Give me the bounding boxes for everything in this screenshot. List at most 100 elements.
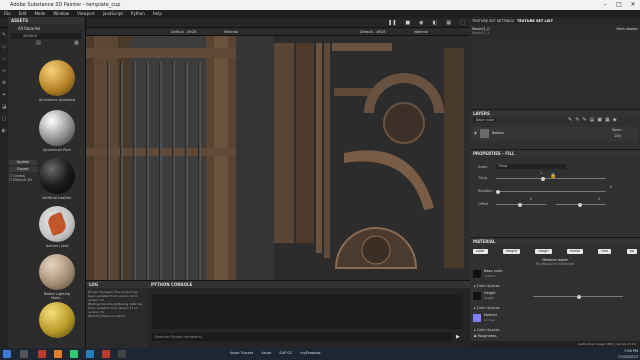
system-clock[interactable]: 7:06 PM 17/05/2023	[598, 348, 638, 360]
slider-knob[interactable]	[496, 189, 500, 194]
update-button[interactable]: Update	[9, 160, 37, 165]
layer-blend[interactable]: Norm	[612, 128, 622, 132]
minimize-button[interactable]: –	[598, 0, 612, 10]
screenshot-icon[interactable]: ⬚	[460, 20, 465, 26]
height-swatch[interactable]	[473, 292, 481, 300]
mask-icon[interactable]: ◐	[2, 128, 6, 134]
layer-opacity[interactable]: 100	[614, 134, 621, 138]
fill-icon[interactable]: ◪	[2, 104, 7, 110]
view-icon[interactable]: ◧	[433, 20, 438, 26]
taskbar-item[interactable]: Asset Tracker	[230, 351, 253, 355]
nrm-button[interactable]: nrm	[598, 249, 612, 254]
viewport-2d[interactable]: Default - sRGB Material	[274, 28, 470, 280]
color-spaces-toggle[interactable]: ▸ Color Spaces	[470, 306, 640, 310]
paint-brush-icon[interactable]: ✎	[2, 32, 6, 38]
color-spaces-toggle[interactable]: ▸ Color Spaces	[470, 328, 640, 332]
normal-row[interactable]: Normal normal	[473, 312, 637, 326]
base-color-row[interactable]: Base color uniform	[473, 268, 637, 282]
normal-swatch[interactable]	[473, 314, 481, 322]
slider-knob[interactable]	[578, 202, 582, 207]
taskbar-item[interactable]: SAP GC	[279, 351, 292, 355]
layers-title: LAYERS	[470, 110, 640, 117]
run-icon[interactable]: ▶	[456, 334, 460, 340]
slider-knob[interactable]	[577, 294, 581, 299]
color-spaces-toggle[interactable]: ▸ Color Spaces	[470, 284, 640, 288]
scale-select[interactable]: Tiling	[496, 164, 566, 169]
picker-icon[interactable]: ✦	[2, 92, 6, 98]
tab-texture-set-list[interactable]: TEXTURE SET LIST	[517, 17, 553, 25]
taskbar-item[interactable]: Azure	[261, 351, 271, 355]
app-icon[interactable]	[102, 350, 110, 358]
color-button[interactable]: color	[473, 249, 488, 254]
roughness-label: Roughness	[477, 334, 497, 338]
default3d-checkbox[interactable]: ☐ Default 3D	[9, 178, 37, 182]
layer-name[interactable]: Bakers	[492, 131, 504, 135]
rotation-slider[interactable]	[496, 189, 606, 194]
layer-tools-icon[interactable]: ✎✎✎▤▣▦◈	[568, 117, 620, 123]
app-icon[interactable]	[118, 350, 126, 358]
viewport-3d[interactable]: Default - sRGB Material	[86, 28, 274, 280]
export-button[interactable]: Export	[9, 167, 37, 172]
offset-y-slider[interactable]	[556, 202, 606, 207]
menu-help[interactable]: Help	[153, 10, 162, 18]
asset-item[interactable]: Artificial Leather	[38, 158, 76, 206]
height-row[interactable]: Height height	[473, 290, 637, 304]
app-icon[interactable]	[70, 350, 78, 358]
roughness-row[interactable]: ▪ Roughness	[470, 334, 640, 338]
app-icon[interactable]	[38, 350, 46, 358]
eraser-icon[interactable]: ◇	[2, 44, 6, 50]
list-view-icon[interactable]: ▤	[36, 40, 41, 46]
clone-icon[interactable]: ⊕	[2, 80, 6, 86]
height-button[interactable]: height	[502, 249, 521, 254]
layer-row[interactable]: ◉ Bakers Norm 100	[472, 127, 638, 141]
offset-y-value[interactable]: 0	[598, 197, 600, 201]
offset-x-value[interactable]: 0	[530, 197, 532, 201]
slider-knob[interactable]	[541, 176, 545, 181]
texture-set-row[interactable]: Mesh01_1	[472, 31, 638, 35]
rotation-value[interactable]: 0	[610, 185, 612, 189]
asset-item[interactable]: Baked Lighting Mate...	[38, 254, 76, 302]
blend-mode-select[interactable]: Base color	[473, 118, 498, 122]
asset-item[interactable]: Aluminium Pure	[38, 110, 76, 158]
asset-item[interactable]: Autumn Leaf	[38, 206, 76, 254]
camera-icon[interactable]: ◉	[419, 20, 423, 26]
asset-item[interactable]	[38, 302, 76, 342]
stop-icon[interactable]: ■	[405, 20, 410, 26]
taskbar-item[interactable]: myDropbox	[300, 351, 320, 355]
base-color-swatch[interactable]	[473, 270, 481, 278]
start-icon[interactable]	[3, 350, 11, 358]
lock-icon[interactable]: 🔒	[550, 173, 556, 179]
library-filter[interactable]: All libraries	[8, 24, 85, 33]
shader-select[interactable]: Main shader	[617, 27, 638, 31]
ao-button[interactable]: ao	[626, 249, 637, 254]
maximize-button[interactable]: □	[612, 0, 626, 10]
asset-item[interactable]: Aluminium Anodized	[38, 60, 76, 110]
checkbox-label: Default 3D	[13, 178, 33, 182]
projection-icon[interactable]: ▱	[2, 56, 6, 62]
tiling-value[interactable]: 1	[540, 171, 542, 175]
pause-icon[interactable]: ❚❚	[388, 20, 396, 26]
metal-button[interactable]: metal	[566, 249, 583, 254]
offset-x-slider[interactable]	[496, 202, 546, 207]
select-icon[interactable]: ▢	[2, 116, 7, 122]
height-slider[interactable]	[533, 294, 623, 299]
tab-texture-set-settings[interactable]: TEXTURE SET SETTINGS	[472, 17, 514, 25]
grid-view-icon[interactable]: ▦	[74, 40, 79, 46]
right-panel: TEXTURE SET SETTINGS TEXTURE SET LIST Me…	[470, 17, 640, 348]
smudge-icon[interactable]: ≈	[2, 68, 6, 74]
search-icon[interactable]	[20, 350, 28, 358]
app-icon[interactable]	[54, 350, 62, 358]
python-input[interactable]: Execute Python command...	[152, 333, 452, 341]
grid-icon[interactable]: ▦	[446, 20, 451, 26]
clock-date: 17/05/2023	[617, 355, 638, 359]
vscode-icon[interactable]	[86, 350, 94, 358]
slider-knob[interactable]	[518, 202, 522, 207]
rough-button[interactable]: rough	[535, 249, 552, 254]
visibility-icon[interactable]: ◉	[474, 131, 477, 135]
menu-python[interactable]: Python	[131, 10, 145, 18]
properties-section: PROPERTIES - FILL Scale Tiling Tiling 1 …	[470, 149, 640, 237]
material-title: MATERIAL	[470, 238, 640, 245]
close-button[interactable]: ✕	[626, 0, 640, 10]
material-mode-value[interactable]: No Resource Selected	[470, 262, 640, 266]
menu-javascript[interactable]: JavaScript	[103, 10, 123, 18]
